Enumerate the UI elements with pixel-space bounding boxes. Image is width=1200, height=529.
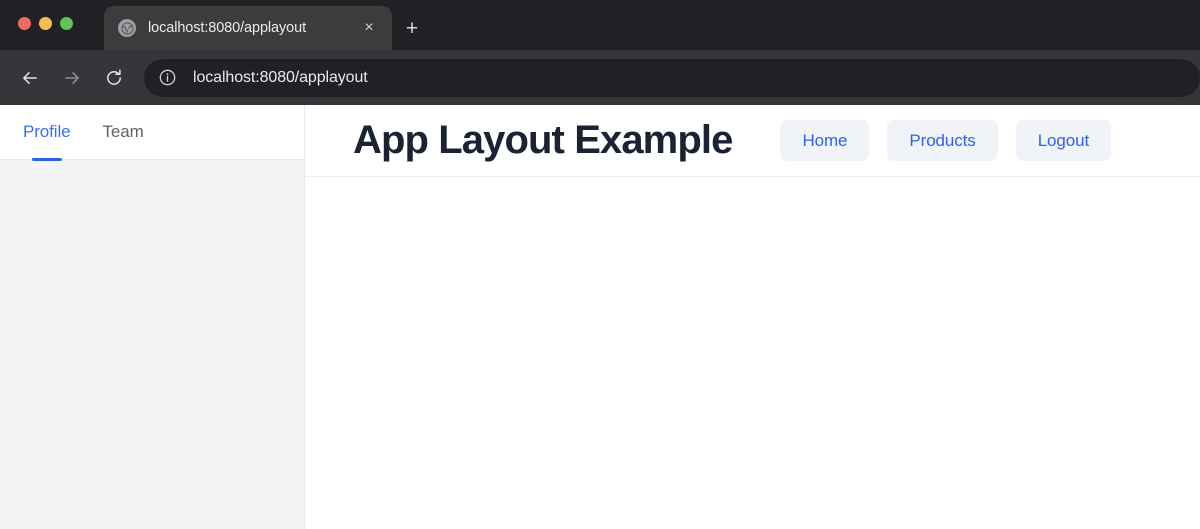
page-viewport: Profile Team App Layout Example Home Pro… (0, 105, 1200, 529)
browser-window: localhost:8080/applayout × + localhost:8… (0, 0, 1200, 529)
info-circle-icon[interactable] (155, 66, 179, 90)
forward-arrow-icon[interactable] (54, 60, 90, 96)
close-window-button[interactable] (18, 17, 31, 30)
sidebar-item-profile[interactable]: Profile (22, 105, 72, 161)
nav-products-button[interactable]: Products (887, 120, 998, 161)
close-icon[interactable]: × (356, 15, 382, 41)
sidebar-tab-list: Profile Team (0, 105, 304, 161)
browser-toolbar: localhost:8080/applayout (0, 50, 1200, 105)
app-navigation: Home Products Logout (780, 120, 1112, 161)
address-bar[interactable]: localhost:8080/applayout (144, 58, 1200, 97)
globe-icon (118, 19, 136, 37)
sidebar-item-label: Team (102, 122, 144, 141)
app-header: App Layout Example Home Products Logout (305, 105, 1200, 177)
minimize-window-button[interactable] (39, 17, 52, 30)
nav-home-button[interactable]: Home (780, 120, 870, 161)
sidebar-item-label: Profile (23, 122, 71, 141)
sidebar-content-area (0, 160, 304, 529)
address-bar-url: localhost:8080/applayout (193, 68, 368, 86)
page-title: App Layout Example (353, 118, 733, 162)
browser-tab-title: localhost:8080/applayout (148, 20, 307, 36)
reload-icon[interactable] (96, 60, 132, 96)
maximize-window-button[interactable] (60, 17, 73, 30)
main-content-area (305, 177, 1200, 529)
back-arrow-icon[interactable] (12, 60, 48, 96)
sidebar: Profile Team (0, 105, 305, 529)
browser-tab-active[interactable]: localhost:8080/applayout × (104, 6, 392, 50)
main-area: App Layout Example Home Products Logout (305, 105, 1200, 529)
nav-logout-button[interactable]: Logout (1015, 120, 1112, 161)
sidebar-item-team[interactable]: Team (102, 105, 145, 160)
browser-tab-strip: localhost:8080/applayout × + (0, 0, 1200, 50)
new-tab-button[interactable]: + (398, 14, 426, 42)
window-controls (18, 17, 73, 30)
